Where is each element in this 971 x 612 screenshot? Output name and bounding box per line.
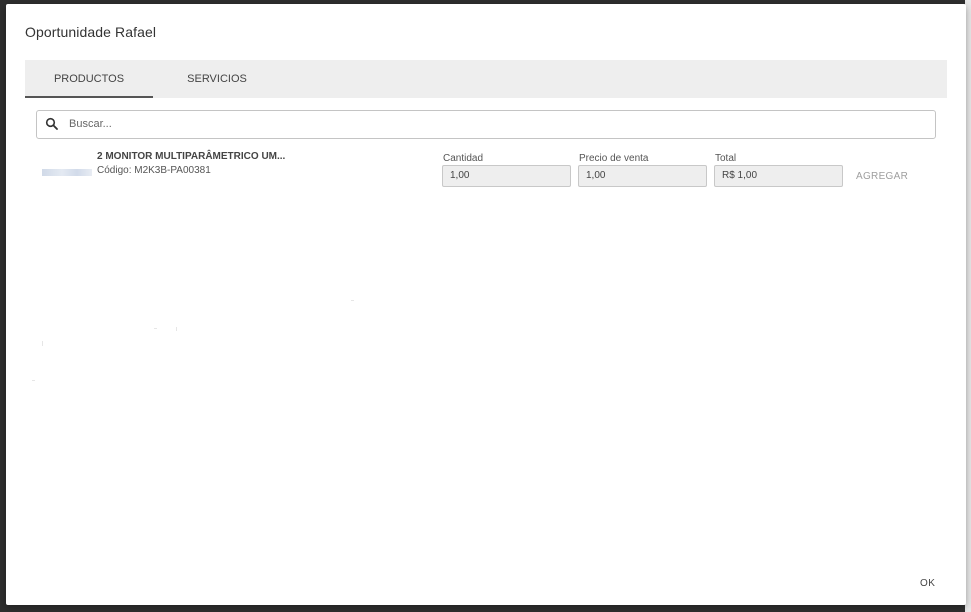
total-label: Total (715, 153, 737, 164)
artifact-dot (154, 328, 157, 329)
ok-button[interactable]: OK (920, 578, 935, 589)
dialog-title: Oportunidade Rafael (25, 24, 157, 40)
search-box (36, 110, 936, 139)
search-icon (45, 117, 59, 131)
price-input[interactable]: 1,00 (578, 165, 707, 187)
artifact-dot (42, 341, 43, 346)
artifact-dot (176, 327, 177, 331)
price-label: Precio de venta (579, 153, 649, 164)
product-row: 2 MONITOR MULTIPARÂMETRICO UM... Código:… (36, 149, 936, 195)
product-code: Código: M2K3B-PA00381 (97, 165, 211, 176)
product-name: 2 MONITOR MULTIPARÂMETRICO UM... (97, 151, 286, 162)
quantity-label: Cantidad (443, 153, 484, 164)
quantity-field: Cantidad 1,00 (442, 152, 571, 187)
tab-bar: PRODUCTOS SERVICIOS (25, 60, 947, 98)
opportunity-dialog: Oportunidade Rafael PRODUCTOS SERVICIOS … (6, 4, 966, 605)
search-input[interactable] (69, 114, 919, 134)
total-field: Total R$ 1,00 (714, 152, 843, 187)
quantity-input[interactable]: 1,00 (442, 165, 571, 187)
price-field: Precio de venta 1,00 (578, 152, 707, 187)
add-product-button[interactable]: AGREGAR (856, 171, 908, 182)
artifact-dot (32, 380, 35, 381)
product-thumbnail (42, 169, 92, 176)
tab-productos[interactable]: PRODUCTOS (25, 60, 153, 98)
tab-servicios[interactable]: SERVICIOS (153, 60, 281, 98)
total-input[interactable]: R$ 1,00 (714, 165, 843, 187)
artifact-dot (351, 300, 354, 301)
